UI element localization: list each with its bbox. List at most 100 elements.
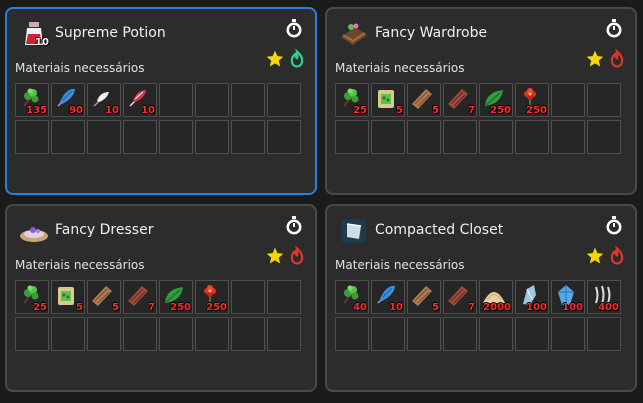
empty-slot	[551, 83, 585, 117]
material-quantity: 400	[598, 302, 619, 313]
empty-slot	[371, 120, 405, 154]
stopwatch-icon[interactable]	[285, 216, 303, 236]
stopwatch-icon[interactable]	[285, 19, 303, 39]
material-quantity: 7	[148, 302, 155, 313]
stopwatch-icon[interactable]	[605, 216, 623, 236]
empty-slot	[123, 120, 157, 154]
recipe-card[interactable]: Fancy Wardrobe Materiais necessários 25 5 5 7…	[325, 7, 637, 195]
material-quantity: 5	[432, 105, 439, 116]
empty-slot	[443, 317, 477, 351]
material-slot[interactable]: 7	[443, 83, 477, 117]
material-quantity: 250	[490, 105, 511, 116]
empty-slot	[335, 120, 369, 154]
material-quantity: 10	[105, 105, 119, 116]
material-slot[interactable]: 135	[15, 83, 49, 117]
empty-slot	[479, 317, 513, 351]
material-quantity: 250	[170, 302, 191, 313]
material-slot[interactable]: 40	[335, 280, 369, 314]
empty-slot	[15, 120, 49, 154]
empty-slot	[551, 120, 585, 154]
recipe-card[interactable]: Fancy Dresser Materiais necessários 25 5 5 7 2…	[5, 204, 317, 392]
potion-icon: 10	[19, 19, 49, 49]
recipe-title: Compacted Closet	[375, 222, 504, 238]
favorite-star-icon[interactable]	[265, 246, 285, 266]
empty-slot	[195, 83, 229, 117]
recipe-title: Fancy Wardrobe	[375, 25, 488, 41]
empty-slot	[51, 317, 85, 351]
material-slot[interactable]: 90	[51, 83, 85, 117]
material-quantity: 10	[141, 105, 155, 116]
recipe-card[interactable]: Compacted Closet Materiais necessários 40 1…	[325, 204, 637, 392]
empty-slot	[371, 317, 405, 351]
favorite-star-icon[interactable]	[265, 49, 285, 69]
closet-icon	[339, 216, 369, 246]
empty-slot	[87, 120, 121, 154]
empty-slot	[267, 120, 301, 154]
empty-slot	[123, 317, 157, 351]
empty-slot	[195, 120, 229, 154]
empty-slot	[587, 317, 621, 351]
empty-slot	[195, 317, 229, 351]
material-quantity: 100	[526, 302, 547, 313]
material-quantity: 250	[526, 105, 547, 116]
dresser-icon	[19, 216, 49, 246]
empty-slot	[231, 83, 265, 117]
material-slot[interactable]: 250	[479, 83, 513, 117]
materials-label: Materiais necessários	[335, 258, 465, 272]
material-quantity: 5	[396, 105, 403, 116]
material-slot[interactable]: 10	[87, 83, 121, 117]
materials-grid: 135 90 10 10	[15, 83, 301, 154]
material-slot[interactable]: 2000	[479, 280, 513, 314]
material-slot[interactable]: 25	[335, 83, 369, 117]
material-slot[interactable]: 25	[15, 280, 49, 314]
favorite-star-icon[interactable]	[585, 246, 605, 266]
empty-slot	[407, 317, 441, 351]
empty-slot	[587, 120, 621, 154]
material-slot[interactable]: 10	[123, 83, 157, 117]
empty-slot	[267, 83, 301, 117]
item-count-badge: 10	[35, 37, 49, 48]
material-slot[interactable]: 250	[195, 280, 229, 314]
empty-slot	[267, 280, 301, 314]
material-quantity: 10	[389, 302, 403, 313]
materials-grid: 40 10 5 7 2000 100 100 400	[335, 280, 621, 351]
material-slot[interactable]: 100	[515, 280, 549, 314]
flame-icon[interactable]	[287, 245, 307, 266]
material-quantity: 250	[206, 302, 227, 313]
empty-slot	[231, 280, 265, 314]
material-slot[interactable]: 5	[407, 280, 441, 314]
material-quantity: 5	[112, 302, 119, 313]
material-slot[interactable]: 400	[587, 280, 621, 314]
material-quantity: 7	[468, 105, 475, 116]
material-slot[interactable]: 250	[515, 83, 549, 117]
material-slot[interactable]: 250	[159, 280, 193, 314]
material-slot[interactable]: 7	[443, 280, 477, 314]
wardrobe-icon	[339, 19, 369, 49]
material-quantity: 5	[76, 302, 83, 313]
empty-slot	[51, 120, 85, 154]
material-quantity: 25	[33, 302, 47, 313]
material-slot[interactable]: 5	[51, 280, 85, 314]
empty-slot	[551, 317, 585, 351]
recipe-card[interactable]: 10 Supreme Potion Materiais necessários 135…	[5, 7, 317, 195]
flame-icon[interactable]	[607, 245, 627, 266]
material-slot[interactable]: 5	[371, 83, 405, 117]
empty-slot	[15, 317, 49, 351]
materials-label: Materiais necessários	[15, 61, 145, 75]
empty-slot	[159, 317, 193, 351]
material-quantity: 100	[562, 302, 583, 313]
empty-slot	[231, 317, 265, 351]
favorite-star-icon[interactable]	[585, 49, 605, 69]
materials-grid: 25 5 5 7 250 250	[335, 83, 621, 154]
material-quantity: 2000	[483, 302, 511, 313]
material-slot[interactable]: 5	[407, 83, 441, 117]
material-quantity: 90	[69, 105, 83, 116]
empty-slot	[587, 83, 621, 117]
flame-icon[interactable]	[287, 48, 307, 69]
stopwatch-icon[interactable]	[605, 19, 623, 39]
material-slot[interactable]: 100	[551, 280, 585, 314]
material-slot[interactable]: 7	[123, 280, 157, 314]
material-slot[interactable]: 5	[87, 280, 121, 314]
flame-icon[interactable]	[607, 48, 627, 69]
material-slot[interactable]: 10	[371, 280, 405, 314]
